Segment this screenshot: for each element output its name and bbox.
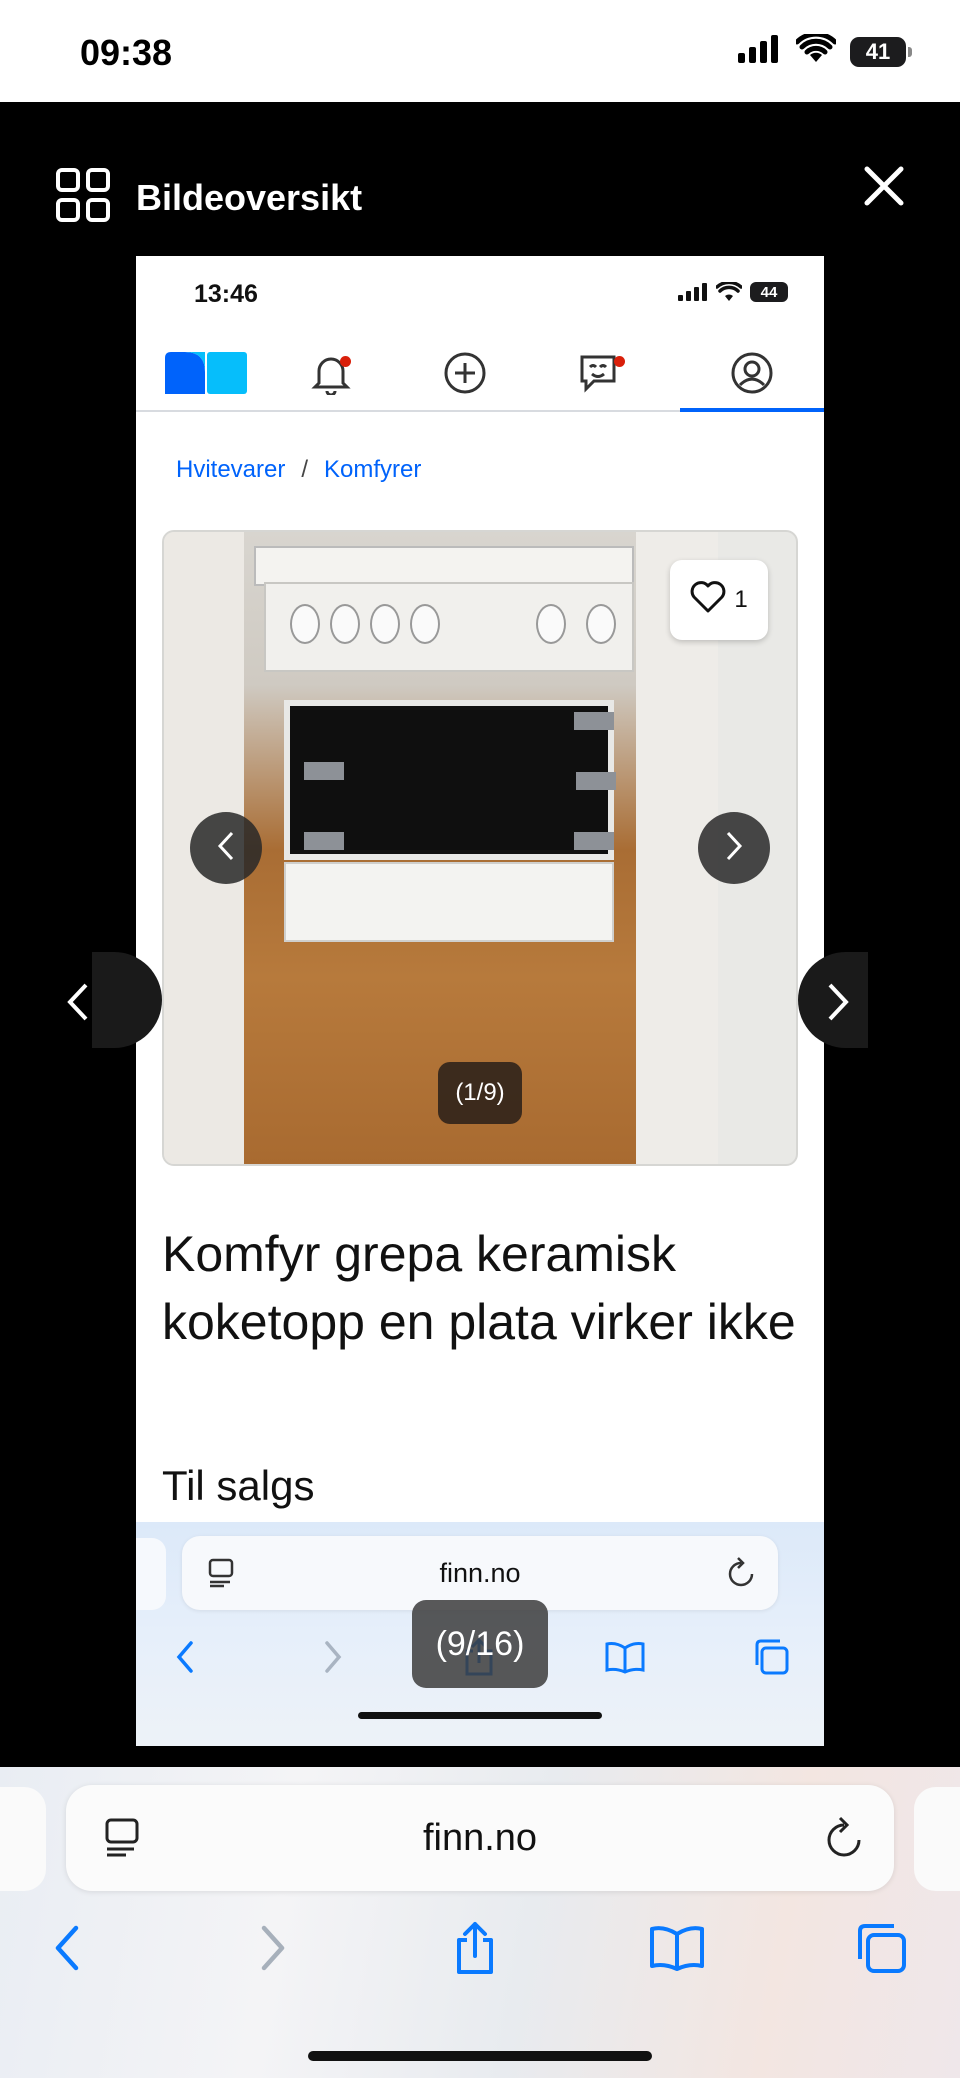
inner-status-icons: 44 [678, 282, 788, 302]
browser-toolbar: finn.no [0, 1767, 960, 2078]
inner-forward-icon [308, 1632, 358, 1682]
tabs-icon [854, 1921, 908, 1980]
address-bar[interactable]: finn.no [66, 1785, 894, 1891]
inner-back-icon [160, 1632, 210, 1682]
inner-wifi-icon [716, 282, 742, 301]
inner-battery-icon: 44 [750, 282, 788, 302]
add-ad-icon [430, 346, 500, 400]
nav-active-indicator [680, 408, 824, 412]
next-tab-preview[interactable] [914, 1787, 960, 1891]
ad-title: Komfyr grepa keramisk koketopp en plata … [162, 1226, 796, 1350]
heart-icon [690, 580, 726, 620]
breadcrumb: Hvitevarer / Komfyrer [176, 456, 421, 484]
signal-icon [738, 35, 782, 68]
inner-status-time: 13:46 [194, 280, 258, 308]
battery-icon: 41 [850, 36, 912, 67]
forward-button[interactable] [238, 1915, 308, 1985]
forward-icon [258, 1924, 288, 1977]
profile-icon [710, 346, 794, 400]
share-button[interactable] [440, 1915, 510, 1985]
inner-nav-bar [136, 336, 824, 412]
viewer-title: Bildeoversikt [136, 176, 363, 218]
messages-dot [614, 356, 625, 367]
inner-reload-icon [726, 1556, 756, 1593]
viewer-header[interactable]: Bildeoversikt [56, 168, 362, 227]
notification-dot [340, 356, 351, 367]
screenshot-image: 13:46 44 Hvitevarer / Komfyrer 1 (1/9) K… [136, 256, 824, 1746]
inner-tabs-icon [746, 1632, 796, 1682]
grid-icon[interactable] [56, 168, 110, 227]
gallery-prev-button [190, 812, 262, 884]
status-time: 09:38 [80, 32, 173, 73]
back-button[interactable] [32, 1915, 102, 1985]
close-icon [864, 166, 904, 211]
bookmarks-icon [648, 1924, 706, 1977]
image-viewer: Bildeoversikt 13:46 44 Hvitevarer / Komf… [0, 102, 960, 1767]
ad-gallery: 1 (1/9) [162, 530, 798, 1166]
breadcrumb-item: Komfyrer [324, 456, 422, 483]
gallery-counter: (1/9) [438, 1062, 522, 1124]
favorite-count: 1 [734, 586, 748, 613]
inner-url-text: finn.no [439, 1558, 521, 1588]
home-indicator [308, 2051, 652, 2061]
wifi-icon [794, 31, 838, 69]
tabs-button[interactable] [846, 1915, 916, 1985]
chevron-left-icon [64, 982, 90, 1027]
battery-level: 41 [850, 36, 906, 67]
close-button[interactable] [852, 156, 916, 220]
notifications-icon [296, 346, 366, 400]
inner-home-indicator [358, 1712, 602, 1719]
status-bar: 09:38 41 [0, 0, 960, 102]
status-icons: 41 [738, 31, 912, 69]
bookmarks-button[interactable] [642, 1915, 712, 1985]
reload-icon[interactable] [824, 1815, 864, 1864]
finn-logo [164, 346, 248, 400]
chevron-left-icon [215, 830, 237, 867]
image-counter: (9/16) [412, 1600, 548, 1688]
inner-url-bar: finn.no [182, 1536, 778, 1610]
breadcrumb-separator: / [301, 456, 309, 483]
chevron-right-icon [723, 830, 745, 867]
ad-subtitle: Til salgs [162, 1462, 315, 1509]
inner-prev-tab [136, 1538, 166, 1610]
chevron-right-icon [826, 982, 852, 1027]
previous-tab-preview[interactable] [0, 1787, 46, 1891]
inner-signal-icon [678, 283, 707, 301]
share-icon [452, 1920, 498, 1981]
url-text: finn.no [422, 1817, 538, 1859]
messages-icon [566, 346, 636, 400]
inner-status-bar: 13:46 44 [136, 256, 824, 326]
gallery-next-button [698, 812, 770, 884]
favorite-button: 1 [670, 560, 768, 640]
back-icon [52, 1924, 82, 1977]
breadcrumb-item: Hvitevarer [176, 456, 286, 483]
inner-bookmarks-icon [600, 1632, 650, 1682]
